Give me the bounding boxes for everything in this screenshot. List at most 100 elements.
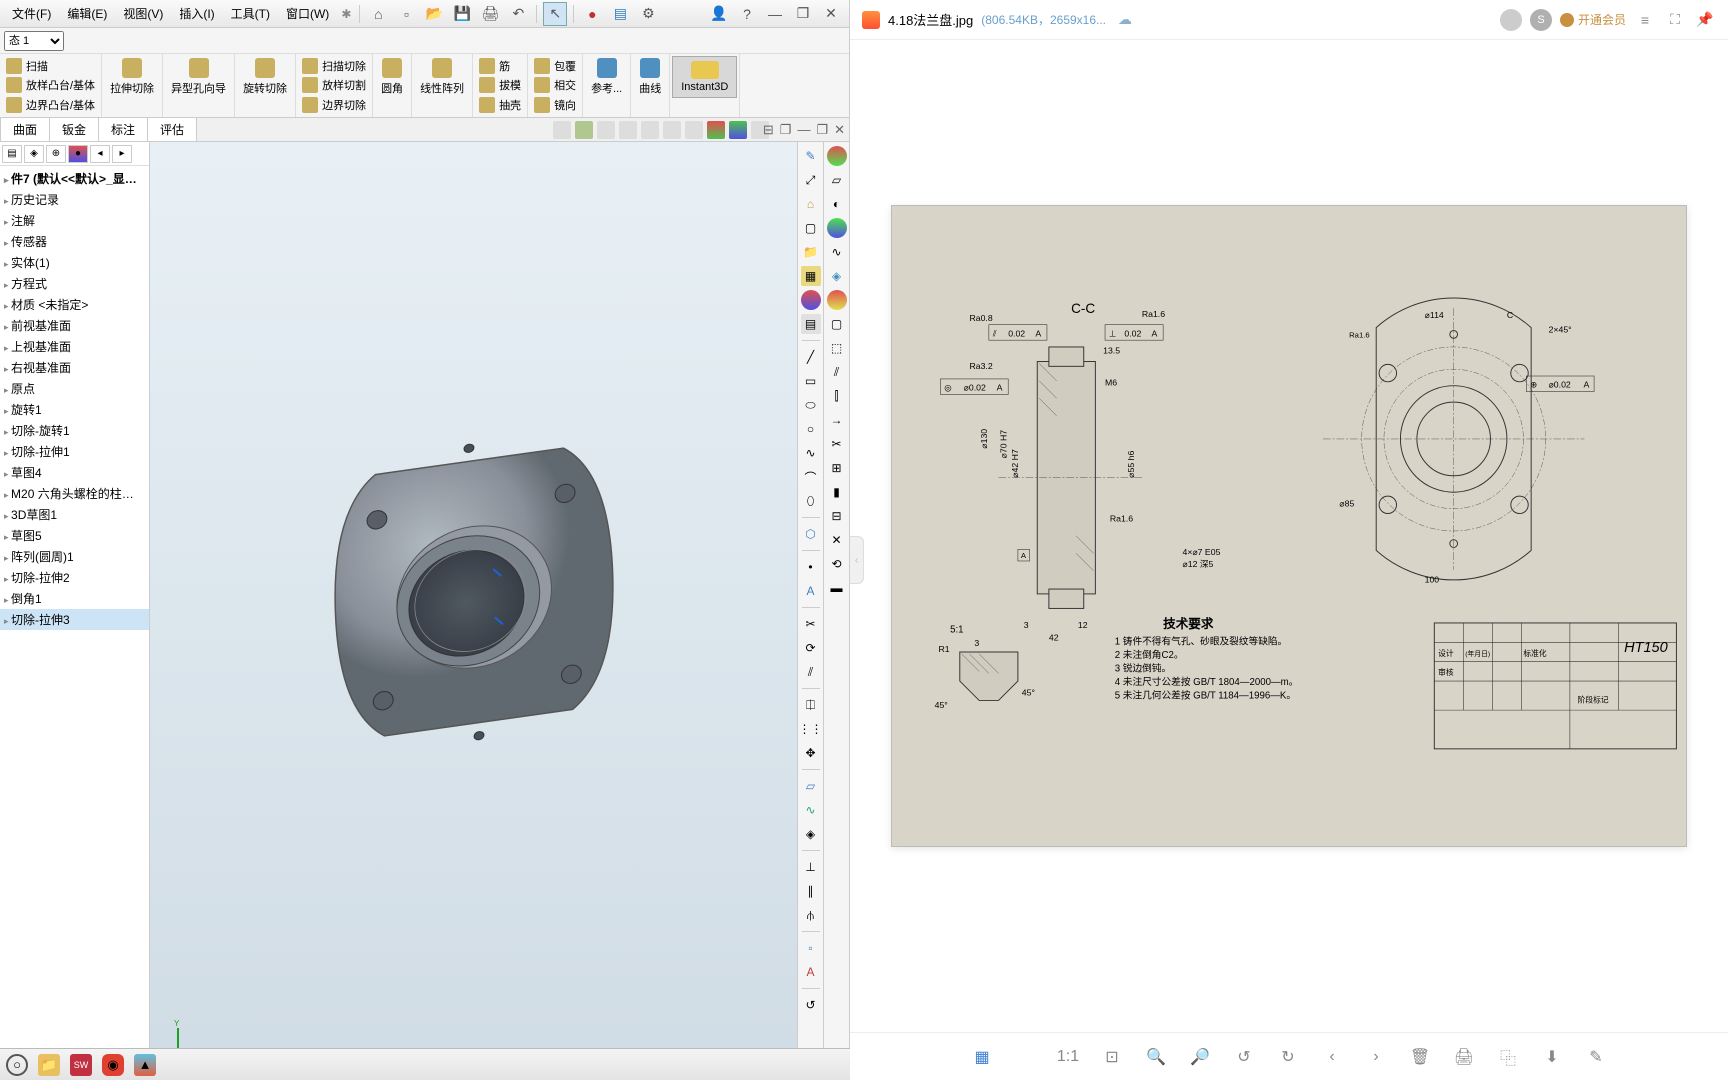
helix-icon[interactable]: ∿ [801,800,821,820]
doc-min2-icon[interactable]: — [797,122,810,138]
cmd-loft-cut[interactable]: 放样切割 [298,76,370,94]
surf-knit-icon[interactable]: ⊞ [827,458,847,478]
cmd-draft[interactable]: 拔模 [475,76,525,94]
tree-item[interactable]: 注解 [0,210,149,231]
viewer-body[interactable]: C-C Ra0.8 ⫽0.02A ⊥0.02A Ra1.6 13.5 M6 [850,40,1728,1032]
ratio-icon[interactable]: 1:1 [1057,1046,1079,1068]
cmd-hole-wizard[interactable]: 异型孔向导 [165,56,232,98]
fullscreen-icon[interactable]: ⛶ [1664,9,1686,31]
home-view-icon[interactable]: ⌂ [801,194,821,214]
cmd-loft[interactable]: 放样凸台/基体 [2,76,99,94]
doc-min-icon[interactable]: ⊟ [763,122,774,138]
move-icon[interactable]: ✥ [801,743,821,763]
tree-root[interactable]: 件7 (默认<<默认>_显示状 [0,168,149,189]
print-icon[interactable]: 🖨 [1453,1046,1475,1068]
smart-dim-icon[interactable]: ⤢ [801,170,821,190]
fit-icon[interactable]: ⊡ [1101,1046,1123,1068]
zoom-out-icon[interactable]: 🔎 [1189,1046,1211,1068]
menu-window[interactable]: 窗口(W) [278,1,337,26]
circle-icon[interactable]: ○ [801,419,821,439]
cmd-instant3d[interactable]: Instant3D [672,56,737,98]
tree-item[interactable]: 旋转1 [0,399,149,420]
tree-item[interactable]: 实体(1) [0,252,149,273]
save-as-icon[interactable]: ⬇ [1541,1046,1563,1068]
options-icon[interactable]: ⚙ [636,2,660,26]
tree-item[interactable]: 草图5 [0,525,149,546]
cmd-boundary-cut[interactable]: 边界切除 [298,96,370,114]
tree-item[interactable]: 草图4 [0,462,149,483]
tree-item[interactable]: 材质 <未指定> [0,294,149,315]
surf-loft-icon[interactable]: ◈ [827,266,847,286]
arc-icon[interactable]: ⌒ [801,467,821,487]
new-doc-icon[interactable]: ▫ [394,2,418,26]
cmd-intersect[interactable]: 相交 [530,76,580,94]
vip-button[interactable]: 开通会员 [1560,11,1626,28]
undo-icon[interactable]: ↶ [506,2,530,26]
view-cube-icon[interactable] [575,121,593,139]
cmd-boundary[interactable]: 边界凸台/基体 [2,96,99,114]
tree-tab-prev[interactable]: ◂ [90,145,110,163]
surf-thicken-icon[interactable]: ▮ [827,482,847,502]
save-icon[interactable]: 💾 [450,2,474,26]
slot-icon[interactable]: ⬭ [801,395,821,415]
cmd-rib[interactable]: 筋 [475,57,525,75]
mirror2-icon[interactable]: ⎅ [801,695,821,715]
rebuild-icon[interactable]: ● [580,2,604,26]
tree-item[interactable]: 右视基准面 [0,357,149,378]
feature-tree[interactable]: 件7 (默认<<默认>_显示状 历史记录 注解 传感器 实体(1) 方程式 材质… [0,166,149,1064]
tab-surface[interactable]: 曲面 [0,117,50,142]
hide-show-icon[interactable] [663,121,681,139]
plane-icon[interactable]: ▱ [801,776,821,796]
tab-evaluate[interactable]: 评估 [147,117,197,142]
tree-item[interactable]: 切除-拉伸1 [0,441,149,462]
tree-item[interactable]: 切除-旋转1 [0,420,149,441]
surf-trim-icon[interactable]: ✂ [827,434,847,454]
cmd-shell[interactable]: 抽壳 [475,96,525,114]
minimize-icon[interactable]: — [763,2,787,26]
cmd-revolve-cut[interactable]: 旋转切除 [237,56,293,98]
spline-icon[interactable]: ∿ [801,443,821,463]
surf-offset-icon[interactable]: ⫽ [827,362,847,382]
menu-view[interactable]: 视图(V) [115,1,171,26]
tree-item[interactable]: 3D草图1 [0,504,149,525]
tree-item[interactable]: 原点 [0,378,149,399]
tree-item-selected[interactable]: 切除-拉伸3 [0,609,149,630]
surf-extend-icon[interactable]: → [827,410,847,430]
zoom-fit-icon[interactable] [553,121,571,139]
scene-icon[interactable] [641,121,659,139]
doc-restore-icon[interactable]: ❐ [780,122,792,138]
surf-fill-icon[interactable]: ⬚ [827,338,847,358]
relation-icon[interactable]: ⊥ [801,857,821,877]
tab-annotate[interactable]: 标注 [98,117,148,142]
relation3-icon[interactable]: ⫛ [801,905,821,925]
tree-item[interactable]: 切除-拉伸2 [0,567,149,588]
help-icon[interactable]: ? [735,2,759,26]
rotate-right-icon[interactable]: ↻ [1277,1046,1299,1068]
close-icon[interactable]: ✕ [819,2,843,26]
doc-max-icon[interactable]: ❐ [816,122,828,138]
tree-item[interactable]: 方程式 [0,273,149,294]
relation2-icon[interactable]: ∥ [801,881,821,901]
menu-file[interactable]: 文件(F) [4,1,59,26]
box-icon[interactable]: ▢ [801,218,821,238]
appearance-icon[interactable] [685,121,703,139]
netease-icon[interactable]: ◉ [102,1054,124,1076]
avatar[interactable] [1500,9,1522,31]
display-icon[interactable]: ▫ [801,938,821,958]
tree-item[interactable]: 上视基准面 [0,336,149,357]
tree-tab-features[interactable]: ▤ [2,145,22,163]
badge-icon[interactable]: S [1530,9,1552,31]
surf-sweep-icon[interactable]: ∿ [827,242,847,262]
tab-sheetmetal[interactable]: 钣金 [49,117,99,142]
cmd-sweep[interactable]: 扫描 [2,57,99,75]
display-style-icon[interactable] [597,121,615,139]
surf-planar-icon[interactable]: ▢ [827,314,847,334]
surf-flat-icon[interactable]: ▬ [827,578,847,598]
select-icon[interactable]: ↖ [543,2,567,26]
panel-icon[interactable]: ▤ [801,314,821,334]
menu-icon[interactable]: ≡ [1634,9,1656,31]
delete-icon[interactable]: 🗑 [1409,1046,1431,1068]
folder-icon[interactable]: 📁 [801,242,821,262]
repair-icon[interactable]: ↺ [801,995,821,1015]
cmd-reference[interactable]: 参考... [585,56,628,98]
